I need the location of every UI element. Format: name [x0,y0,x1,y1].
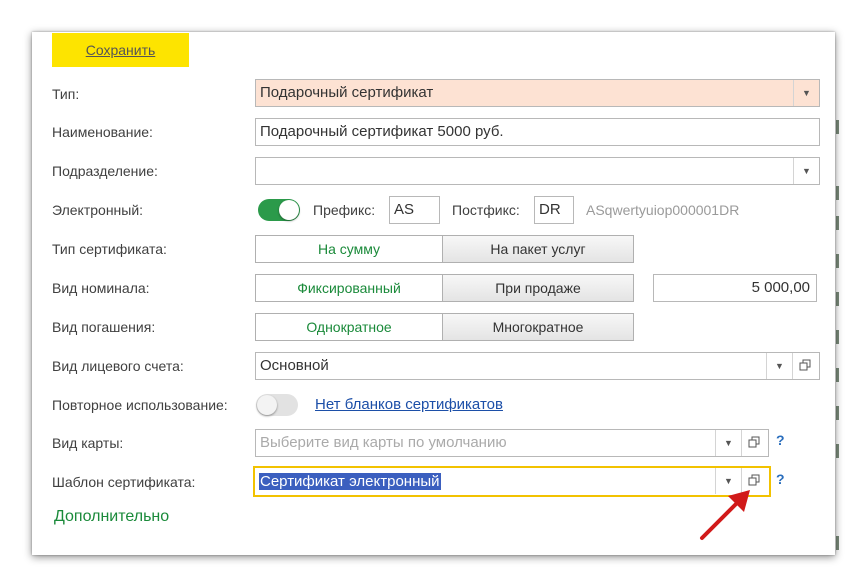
reuse-toggle-knob [257,395,277,415]
cert-type-option-amount[interactable]: На сумму [255,235,443,263]
reuse-label: Повторное использование: [52,397,228,413]
no-blanks-link[interactable]: Нет бланков сертификатов [315,395,503,415]
postfix-label: Постфикс: [452,202,520,218]
reuse-toggle[interactable] [256,394,298,416]
number-sample: ASqwertyuiop000001DR [586,202,740,218]
type-label: Тип: [52,86,80,102]
electronic-toggle-knob [279,200,299,220]
postfix-field[interactable]: DR [534,196,574,224]
template-label: Шаблон сертификата: [52,474,196,490]
type-field[interactable]: Подарочный сертификат ▼ [255,79,820,107]
prefix-value: AS [394,201,415,218]
card-label: Вид карты: [52,435,124,451]
card-field[interactable]: Выберите вид карты по умолчанию ▼ [255,429,769,457]
prefix-field[interactable]: AS [389,196,440,224]
background-window-edge [836,0,856,560]
template-value-wrap: Сертификат электронный [259,468,441,495]
nominal-option-on-sale[interactable]: При продаже [442,274,634,302]
electronic-toggle[interactable] [258,199,300,221]
template-value: Сертификат электронный [259,473,441,490]
electronic-label: Электронный: [52,202,144,218]
redemption-option-multiple[interactable]: Многократное [442,313,634,341]
card-help-icon[interactable]: ? [776,432,785,448]
prefix-label: Префикс: [313,202,376,218]
template-field[interactable]: Сертификат электронный ▼ [253,466,771,497]
name-value: Подарочный сертификат 5000 руб. [260,123,504,140]
division-label: Подразделение: [52,163,158,179]
name-field[interactable]: Подарочный сертификат 5000 руб. [255,118,820,146]
certificate-form-window: Сохранить Тип: Подарочный сертификат ▼ Н… [32,32,835,555]
postfix-value: DR [539,201,561,218]
type-dropdown-icon[interactable]: ▼ [793,80,819,106]
account-label: Вид лицевого счета: [52,358,184,374]
card-dropdown-icon[interactable]: ▼ [715,430,741,456]
additional-section-link[interactable]: Дополнительно [54,508,169,526]
nominal-amount-value: 5 000,00 [751,279,810,296]
type-value: Подарочный сертификат [260,84,434,101]
redemption-label: Вид погашения: [52,319,156,335]
account-value: Основной [260,357,329,374]
redemption-option-single[interactable]: Однократное [255,313,443,341]
nominal-option-fixed[interactable]: Фиксированный [255,274,443,302]
annotation-arrow-icon [700,490,750,540]
account-dropdown-icon[interactable]: ▼ [766,353,792,379]
template-help-icon[interactable]: ? [776,471,785,487]
name-label: Наименование: [52,124,153,140]
cert-type-label: Тип сертификата: [52,241,167,257]
division-field[interactable]: ▼ [255,157,820,185]
account-field[interactable]: Основной ▼ [255,352,820,380]
nominal-label: Вид номинала: [52,280,150,296]
card-placeholder: Выберите вид карты по умолчанию [260,434,507,451]
card-open-icon[interactable] [741,430,767,456]
nominal-amount-field[interactable]: 5 000,00 [653,274,817,302]
save-button[interactable]: Сохранить [52,33,189,67]
account-open-icon[interactable] [792,353,818,379]
division-dropdown-icon[interactable]: ▼ [793,158,819,184]
cert-type-option-package[interactable]: На пакет услуг [442,235,634,263]
